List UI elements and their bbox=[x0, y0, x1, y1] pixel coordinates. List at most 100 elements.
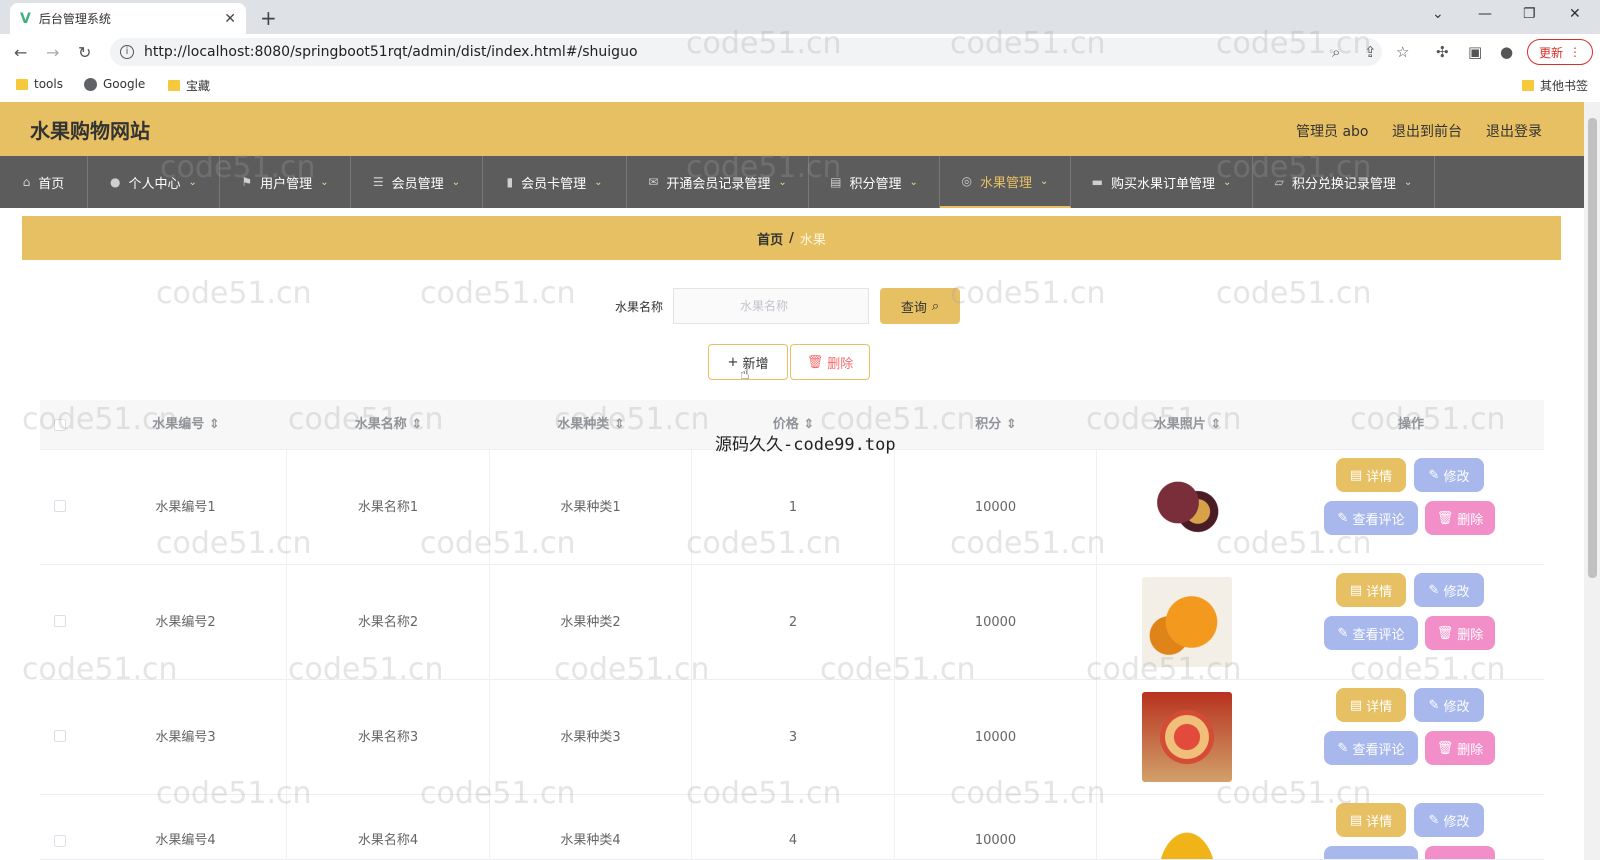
back-icon[interactable]: ← bbox=[14, 43, 27, 62]
pencil-icon: ✎ bbox=[1428, 582, 1440, 598]
view-reviews-button[interactable] bbox=[1324, 846, 1418, 859]
restore-icon[interactable]: ❐ bbox=[1523, 6, 1536, 22]
delete-row-button[interactable]: 🗑 删除 bbox=[1425, 616, 1495, 650]
view-reviews-button[interactable]: ✎ 查看评论 bbox=[1324, 731, 1418, 765]
edit-button[interactable]: ✎ 修改 bbox=[1414, 688, 1484, 722]
sidepanel-icon[interactable]: ▣ bbox=[1468, 43, 1482, 61]
menu-label: 积分管理 bbox=[849, 176, 902, 192]
update-button[interactable]: 更新 ⋮ bbox=[1527, 39, 1593, 65]
search-label: 水果名称 bbox=[615, 300, 664, 314]
detail-button[interactable]: ▤ 详情 bbox=[1336, 573, 1406, 607]
edit-button[interactable]: ✎ 修改 bbox=[1414, 458, 1484, 492]
chevron-down-icon: ⌄ bbox=[320, 176, 329, 188]
hand-cursor-icon: ☝ bbox=[740, 364, 750, 383]
profile-icon[interactable]: ● bbox=[1500, 43, 1513, 61]
mail-icon: ✉ bbox=[648, 175, 659, 189]
menu-item-fruit-orders[interactable]: ▬ 购买水果订单管理 ⌄ bbox=[1071, 156, 1253, 208]
bookmark-treasure[interactable]: 宝藏 bbox=[168, 77, 210, 94]
new-tab-icon[interactable]: + bbox=[260, 6, 277, 30]
menu-label: 开通会员记录管理 bbox=[666, 176, 771, 192]
url-bar[interactable]: i http://localhost:8080/springboot51rqt/… bbox=[110, 38, 1382, 66]
zoom-icon[interactable]: ⌕ bbox=[1332, 43, 1340, 61]
bookmark-tools[interactable]: tools bbox=[16, 77, 63, 91]
chevron-down-icon: ⌄ bbox=[909, 176, 918, 188]
browser-tab-strip: V 后台管理系统 ✕ + ⌄ — ❐ ✕ bbox=[0, 0, 1600, 34]
menu-item-membership-records[interactable]: ✉ 开通会员记录管理 ⌄ bbox=[627, 156, 809, 208]
delete-row-button[interactable] bbox=[1425, 846, 1495, 859]
fruit-photo[interactable] bbox=[1142, 807, 1232, 859]
chevron-down-icon: ⌄ bbox=[778, 176, 787, 188]
row-checkbox[interactable] bbox=[54, 730, 66, 742]
site-info-icon[interactable]: i bbox=[120, 45, 134, 59]
view-reviews-button[interactable]: ✎ 查看评论 bbox=[1324, 616, 1418, 650]
bookmark-other[interactable]: 其他书签 bbox=[1522, 77, 1588, 94]
bookmark-label: 其他书签 bbox=[1540, 79, 1589, 93]
select-all-checkbox[interactable] bbox=[54, 419, 66, 431]
bookmark-google[interactable]: Google bbox=[84, 77, 145, 91]
chart-icon: ▱ bbox=[1274, 175, 1284, 189]
admin-user-label: 管理员 abo bbox=[1296, 124, 1369, 140]
file-icon: ▤ bbox=[1349, 812, 1363, 828]
points-cell: 10000 bbox=[895, 795, 1097, 859]
breadcrumb-home[interactable]: 首页 bbox=[757, 229, 783, 248]
query-button[interactable]: 查询 ⌕ bbox=[880, 288, 960, 324]
column-header[interactable]: 水果编号 ⇕ bbox=[85, 400, 287, 450]
delete-row-button[interactable]: 🗑 删除 bbox=[1425, 731, 1495, 765]
fruit-code-cell: 水果编号1 bbox=[85, 450, 287, 565]
scrollbar-thumb[interactable] bbox=[1588, 118, 1597, 578]
search-input[interactable]: 水果名称 bbox=[673, 288, 869, 324]
row-checkbox[interactable] bbox=[54, 615, 66, 627]
menu-item-home[interactable]: ⌂ 首页 bbox=[0, 156, 88, 208]
batch-delete-button[interactable]: 🗑 删除 bbox=[790, 344, 870, 380]
menu-item-points-exchange[interactable]: ▱ 积分兑换记录管理 ⌄ bbox=[1253, 156, 1435, 208]
fruit-photo[interactable] bbox=[1142, 692, 1232, 782]
pencil-icon: ✎ bbox=[1428, 697, 1440, 713]
search-icon: ⌕ bbox=[931, 298, 940, 314]
column-header[interactable]: 积分 ⇕ bbox=[895, 400, 1097, 450]
bookmarks-bar: tools Google 宝藏 其他书签 bbox=[0, 70, 1600, 100]
edit-button[interactable]: ✎ 修改 bbox=[1414, 573, 1484, 607]
share-icon[interactable]: ⇪ bbox=[1364, 43, 1377, 61]
menu-item-fruits[interactable]: ◎ 水果管理 ⌄ bbox=[940, 156, 1071, 208]
forward-icon[interactable]: → bbox=[46, 43, 59, 62]
detail-button[interactable]: ▤ 详情 bbox=[1336, 803, 1406, 837]
menu-label: 个人中心 bbox=[128, 176, 181, 192]
row-checkbox[interactable] bbox=[54, 835, 66, 847]
close-window-icon[interactable]: ✕ bbox=[1569, 6, 1581, 22]
close-tab-icon[interactable]: ✕ bbox=[224, 11, 236, 27]
tab-search-icon[interactable]: ⌄ bbox=[1432, 6, 1444, 22]
extensions-icon[interactable]: ✣ bbox=[1436, 43, 1449, 61]
main-menu: ⌂ 首页 ● 个人中心 ⌄ ⚑ 用户管理 ⌄ ☰ 会员管理 ⌄ ▮ 会员卡管理 … bbox=[0, 156, 1584, 208]
pencil-icon: ✎ bbox=[1337, 740, 1349, 756]
menu-item-personal[interactable]: ● 个人中心 ⌄ bbox=[88, 156, 220, 208]
pencil-icon: ✎ bbox=[1337, 510, 1349, 526]
delete-row-button[interactable]: 🗑 删除 bbox=[1425, 501, 1495, 535]
browser-tab[interactable]: V 后台管理系统 ✕ bbox=[10, 3, 246, 34]
chevron-down-icon: ⌄ bbox=[451, 176, 461, 188]
row-checkbox[interactable] bbox=[54, 500, 66, 512]
view-reviews-button[interactable]: ✎ 查看评论 bbox=[1324, 501, 1418, 535]
menu-item-points[interactable]: ▤ 积分管理 ⌄ bbox=[809, 156, 940, 208]
column-header[interactable]: 水果种类 ⇕ bbox=[490, 400, 692, 450]
column-header[interactable]: 水果照片 ⇕ bbox=[1097, 400, 1278, 450]
fruit-photo[interactable] bbox=[1142, 577, 1232, 667]
column-header[interactable]: 水果名称 ⇕ bbox=[287, 400, 490, 450]
detail-button[interactable]: ▤ 详情 bbox=[1336, 458, 1406, 492]
minimize-icon[interactable]: — bbox=[1478, 6, 1492, 22]
bookmark-star-icon[interactable]: ☆ bbox=[1396, 43, 1409, 61]
fruit-name-cell: 水果名称3 bbox=[287, 680, 490, 795]
menu-item-member-cards[interactable]: ▮ 会员卡管理 ⌄ bbox=[483, 156, 627, 208]
menu-item-users[interactable]: ⚑ 用户管理 ⌄ bbox=[220, 156, 351, 208]
detail-button[interactable]: ▤ 详情 bbox=[1336, 688, 1406, 722]
fruit-photo[interactable] bbox=[1142, 462, 1232, 552]
reload-icon[interactable]: ↻ bbox=[78, 43, 91, 62]
pencil-icon: ✎ bbox=[1337, 625, 1349, 641]
bookmark-label: Google bbox=[103, 77, 146, 91]
chevron-down-icon: ⌄ bbox=[188, 176, 197, 188]
menu-item-members[interactable]: ☰ 会员管理 ⌄ bbox=[351, 156, 483, 208]
globe-icon bbox=[84, 77, 97, 91]
table-row: 水果编号4 水果名称4 水果种类4 4 10000 ▤ 详情 ✎ 修改 bbox=[40, 795, 1544, 860]
back-to-front-link[interactable]: 退出到前台 bbox=[1392, 121, 1462, 141]
edit-button[interactable]: ✎ 修改 bbox=[1414, 803, 1484, 837]
logout-link[interactable]: 退出登录 bbox=[1486, 121, 1542, 141]
